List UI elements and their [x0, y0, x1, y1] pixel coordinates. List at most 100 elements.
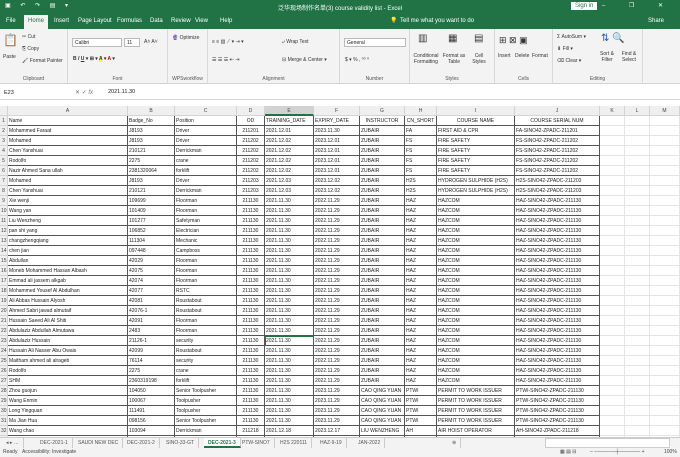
- cell-B4[interactable]: 210121: [128, 146, 175, 156]
- cell-A11[interactable]: Liu Wenzheng: [8, 216, 128, 226]
- cell-C16[interactable]: Floorman: [175, 266, 237, 276]
- cell-G12[interactable]: ZUBAIR: [360, 226, 405, 236]
- cell-M1[interactable]: [650, 116, 680, 126]
- sheet-tab[interactable]: PTW-SINO7: [238, 438, 275, 448]
- cell-J10[interactable]: HAZ-SINO42-ZPADC-211130: [515, 206, 600, 216]
- cell-B22[interactable]: 2483: [128, 326, 175, 336]
- cell-B23[interactable]: 21126-1: [128, 336, 175, 346]
- cell-E21[interactable]: 2021.11.30: [265, 316, 314, 326]
- cell-L22[interactable]: [625, 326, 650, 336]
- cell-E22[interactable]: 2021.11.30: [265, 326, 314, 336]
- cell-B5[interactable]: 2275: [128, 156, 175, 166]
- column-header-F[interactable]: F: [314, 106, 360, 116]
- cell-J4[interactable]: FS-SINO42-ZPADC-211202: [515, 146, 600, 156]
- row-header[interactable]: 11: [0, 216, 8, 226]
- cell-B24[interactable]: 42099: [128, 346, 175, 356]
- cell-G8[interactable]: ZUBAIR: [360, 186, 405, 196]
- cell-K26[interactable]: [600, 366, 625, 376]
- cell-A1[interactable]: Name: [8, 116, 128, 126]
- cell-C4[interactable]: Derrickman: [175, 146, 237, 156]
- cell-J30[interactable]: PTWI-SINO42-ZPADC-211130: [515, 406, 600, 416]
- cell-D4[interactable]: 211202: [237, 146, 265, 156]
- cell-C6[interactable]: forklift: [175, 166, 237, 176]
- row-header[interactable]: 21: [0, 316, 8, 326]
- cell-F25[interactable]: 2022.11.29: [314, 356, 360, 366]
- window-controls[interactable]: ▭ – ❐ ✕: [573, 2, 674, 9]
- cell-C32[interactable]: Derrickman: [175, 426, 237, 436]
- cell-D9[interactable]: 211130: [237, 196, 265, 206]
- cell-M7[interactable]: [650, 176, 680, 186]
- cell-G5[interactable]: ZUBAIR: [360, 156, 405, 166]
- cell-M19[interactable]: [650, 296, 680, 306]
- tab-view[interactable]: View: [195, 18, 208, 24]
- align-buttons[interactable]: ☰ ☰ ☰ ⇤ ⇥: [212, 57, 239, 63]
- cell-D23[interactable]: 211130: [237, 336, 265, 346]
- cell-C7[interactable]: Driver: [175, 176, 237, 186]
- cell-C8[interactable]: Derrickman: [175, 186, 237, 196]
- cell-B26[interactable]: 2275: [128, 366, 175, 376]
- cell-D28[interactable]: 211130: [237, 386, 265, 396]
- tab-review[interactable]: Review: [171, 18, 191, 24]
- cell-K17[interactable]: [600, 276, 625, 286]
- cell-L9[interactable]: [625, 196, 650, 206]
- tab-page-layout[interactable]: Page Layout: [78, 18, 112, 24]
- cell-C31[interactable]: Senior Toolpusher: [175, 416, 237, 426]
- cell-C26[interactable]: crane: [175, 366, 237, 376]
- cell-H32[interactable]: AH: [405, 426, 437, 436]
- cell-I22[interactable]: HAZCOM: [437, 326, 515, 336]
- row-header[interactable]: 24: [0, 346, 8, 356]
- cell-D15[interactable]: 211130: [237, 256, 265, 266]
- cell-D29[interactable]: 211130: [237, 396, 265, 406]
- cell-E19[interactable]: 2021.11.30: [265, 296, 314, 306]
- cell-I4[interactable]: FIRE SAFETY: [437, 146, 515, 156]
- cell-M24[interactable]: [650, 346, 680, 356]
- cell-J7[interactable]: H2S-SINO42-ZPADC-211203: [515, 176, 600, 186]
- cell-F17[interactable]: 2022.11.29: [314, 276, 360, 286]
- cell-D1[interactable]: OD: [237, 116, 265, 126]
- cell-L32[interactable]: [625, 426, 650, 436]
- cell-K25[interactable]: [600, 356, 625, 366]
- cell-G22[interactable]: ZUBAIR: [360, 326, 405, 336]
- cell-A6[interactable]: Nazir Ahmed Sana ullah: [8, 166, 128, 176]
- cell-G30[interactable]: CAO QING YUAN: [360, 406, 405, 416]
- cell-G15[interactable]: ZUBAIR: [360, 256, 405, 266]
- cell-D5[interactable]: 211202: [237, 156, 265, 166]
- cell-M3[interactable]: [650, 136, 680, 146]
- cell-I10[interactable]: HAZCOM: [437, 206, 515, 216]
- cell-I12[interactable]: HAZCOM: [437, 226, 515, 236]
- cell-B25[interactable]: 76114: [128, 356, 175, 366]
- cell-A17[interactable]: Emmad ali jassem alkgab: [8, 276, 128, 286]
- cell-B6[interactable]: 2381320064: [128, 166, 175, 176]
- view-buttons[interactable]: ▦ ▤ ⊟: [560, 449, 576, 455]
- cell-K10[interactable]: [600, 206, 625, 216]
- tab-formulas[interactable]: Formulas: [117, 18, 142, 24]
- row-header[interactable]: 28: [0, 386, 8, 396]
- cell-M32[interactable]: [650, 426, 680, 436]
- row-header[interactable]: 6: [0, 166, 8, 176]
- row-header[interactable]: 22: [0, 326, 8, 336]
- cell-G20[interactable]: ZUBAIR: [360, 306, 405, 316]
- cell-M31[interactable]: [650, 416, 680, 426]
- format-as-table-button[interactable]: Format as Table: [442, 53, 466, 65]
- cell-B29[interactable]: 100067: [128, 396, 175, 406]
- cell-I29[interactable]: PERMIT TO WORK ISSUER: [437, 396, 515, 406]
- cell-C19[interactable]: Roustabout: [175, 296, 237, 306]
- cell-I14[interactable]: HAZCOM: [437, 246, 515, 256]
- cell-G2[interactable]: ZUBAIR: [360, 126, 405, 136]
- cell-E6[interactable]: 2021.12.02: [265, 166, 314, 176]
- cell-H12[interactable]: HAZ: [405, 226, 437, 236]
- cell-C15[interactable]: Floorman: [175, 256, 237, 266]
- cell-L11[interactable]: [625, 216, 650, 226]
- cell-F10[interactable]: 2022.11.29: [314, 206, 360, 216]
- cell-E28[interactable]: 2021.11.30: [265, 386, 314, 396]
- cell-A31[interactable]: Ma Jian Hua: [8, 416, 128, 426]
- column-header-I[interactable]: I: [437, 106, 515, 116]
- cell-C10[interactable]: Floorman: [175, 206, 237, 216]
- autosum-button[interactable]: Σ AutoSum ▾: [557, 34, 586, 40]
- cell-E29[interactable]: 2021.11.30: [265, 396, 314, 406]
- cell-L3[interactable]: [625, 136, 650, 146]
- cell-I1[interactable]: COURSE NAME: [437, 116, 515, 126]
- conditional-formatting-button[interactable]: Conditional Formatting: [412, 53, 440, 65]
- font-name-select[interactable]: Calibri: [72, 38, 122, 47]
- cell-K6[interactable]: [600, 166, 625, 176]
